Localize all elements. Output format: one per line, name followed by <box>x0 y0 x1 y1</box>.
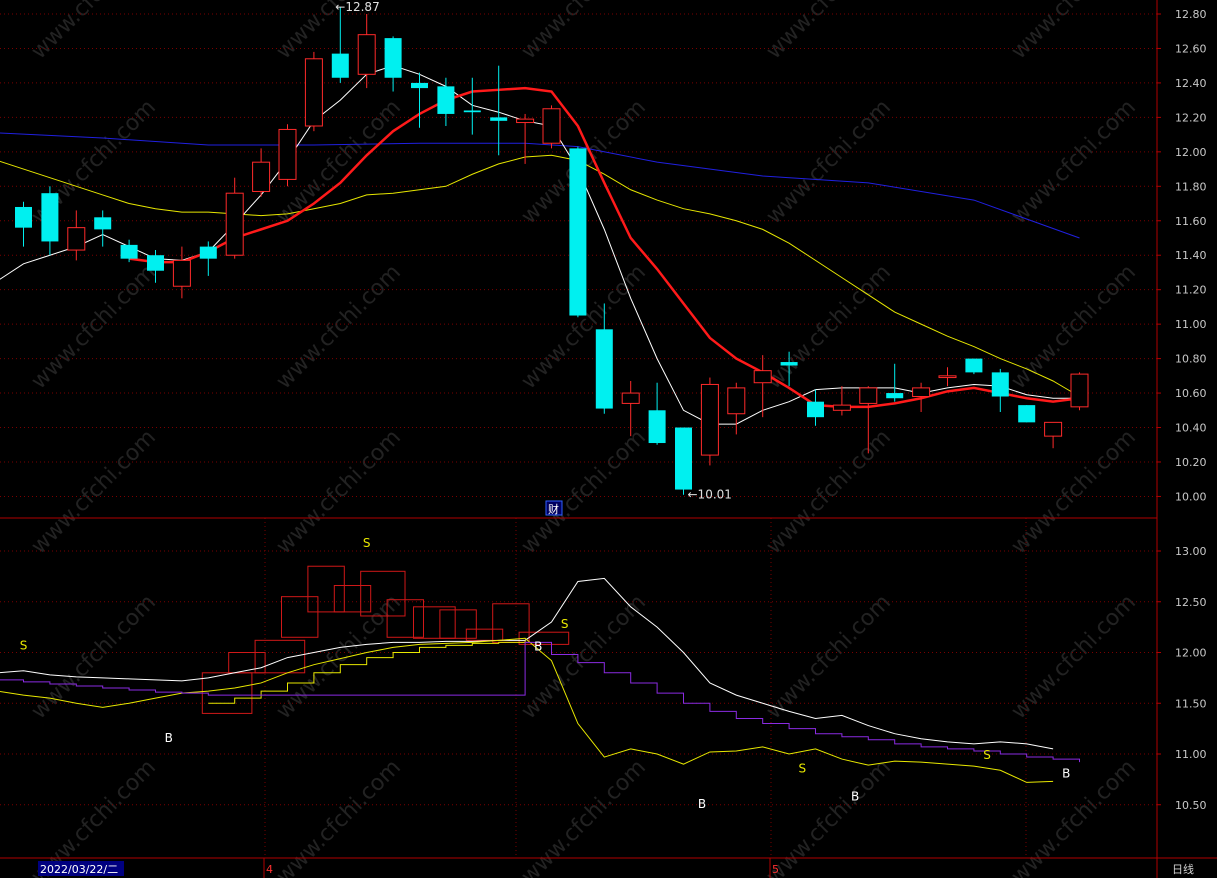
candle-body <box>542 108 561 144</box>
signal-marker: S <box>363 536 371 550</box>
month-label: 5 <box>772 863 779 876</box>
low-price-annotation: ←10.01 <box>688 488 732 502</box>
lower-y-axis-label: 11.00 <box>1175 748 1207 761</box>
candle-body <box>94 217 112 230</box>
candle-body <box>15 206 32 228</box>
signal-marker: B <box>851 790 859 804</box>
upper-y-axis-label: 12.60 <box>1175 42 1207 55</box>
upper-y-axis-label: 12.80 <box>1175 8 1207 21</box>
lower-y-axis-label: 12.50 <box>1175 596 1207 609</box>
candle <box>304 51 323 132</box>
upper-y-axis-label: 12.40 <box>1175 77 1207 90</box>
signal-marker: B <box>534 639 542 653</box>
candle-body <box>595 329 613 409</box>
candle-body <box>807 401 824 418</box>
signal-marker: B <box>165 731 173 745</box>
candle-body <box>1018 405 1036 423</box>
candle-body <box>859 387 878 404</box>
candle-body <box>490 117 508 121</box>
candle-body <box>621 392 640 404</box>
upper-y-axis-label: 11.80 <box>1175 180 1207 193</box>
candle-body <box>120 244 138 259</box>
candle-body <box>700 383 719 456</box>
upper-y-axis-label: 11.00 <box>1175 318 1207 331</box>
month-label: 4 <box>266 863 273 876</box>
candle-body <box>147 255 164 271</box>
candle-body <box>965 358 983 373</box>
signal-marker: S <box>20 638 28 652</box>
candle-body <box>252 161 271 192</box>
candle-body <box>1070 373 1089 408</box>
date-readout: 2022/03/22/二 <box>38 861 124 876</box>
upper-y-axis-label: 10.00 <box>1175 490 1207 503</box>
upper-y-axis-label: 10.80 <box>1175 353 1207 366</box>
candle <box>278 124 297 187</box>
candle-body <box>675 427 692 490</box>
upper-y-axis-label: 12.20 <box>1175 111 1207 124</box>
candle-body <box>569 148 587 316</box>
candle-body <box>67 227 86 251</box>
signal-marker: B <box>698 797 706 811</box>
candle <box>1070 372 1089 411</box>
event-badge: 财 <box>545 500 563 516</box>
signal-marker: S <box>561 617 569 631</box>
lower-y-axis-label: 12.00 <box>1175 647 1207 660</box>
period-label: 日线 <box>1172 862 1194 876</box>
candle-body <box>516 118 535 124</box>
lower-y-axis-label: 10.50 <box>1175 799 1207 812</box>
upper-y-axis-label: 11.60 <box>1175 215 1207 228</box>
upper-y-axis-label: 12.00 <box>1175 146 1207 159</box>
candle <box>700 377 719 466</box>
lower-y-axis-label: 13.00 <box>1175 545 1207 558</box>
upper-y-axis-label: 10.60 <box>1175 387 1207 400</box>
candle-body <box>199 246 217 259</box>
signal-marker: S <box>798 761 806 775</box>
kline-chart: www.cfchi.com www.cfchi.com www.cfchi.com w… <box>0 0 1217 878</box>
candle-body <box>753 370 772 384</box>
candle-body <box>648 410 666 444</box>
candle-body <box>463 110 481 113</box>
candle-body <box>225 192 244 256</box>
candle <box>675 427 692 495</box>
event-badge-label: 财 <box>548 502 559 516</box>
candle-body <box>886 393 904 399</box>
candle-body <box>304 58 323 127</box>
signal-marker: S <box>983 748 991 762</box>
candle-body <box>331 53 349 78</box>
candle-body <box>991 372 1009 397</box>
candle-body <box>172 259 191 287</box>
upper-y-axis-label: 10.40 <box>1175 422 1207 435</box>
candle <box>1018 405 1036 423</box>
candle <box>965 358 983 375</box>
candle-body <box>1044 421 1063 437</box>
date-readout-label: 2022/03/22/二 <box>40 863 118 876</box>
candle-body <box>411 82 428 89</box>
upper-y-axis-label: 11.40 <box>1175 249 1207 262</box>
candle-body <box>437 86 455 114</box>
candle <box>569 146 587 318</box>
candle-body <box>727 387 746 415</box>
upper-y-axis-label: 11.20 <box>1175 284 1207 297</box>
candle-body <box>41 193 59 242</box>
candle-body <box>938 375 957 379</box>
candle-body <box>384 38 402 78</box>
candle-body <box>278 128 297 180</box>
high-price-annotation: ←12.87 <box>335 0 379 14</box>
lower-y-axis-label: 11.50 <box>1175 697 1207 710</box>
candle-body <box>357 34 376 75</box>
signal-marker: B <box>1062 766 1070 780</box>
candle-body <box>832 404 851 411</box>
candle-body <box>780 362 798 366</box>
candle-body <box>912 387 931 398</box>
upper-y-axis-label: 10.20 <box>1175 456 1207 469</box>
candle <box>542 105 561 149</box>
